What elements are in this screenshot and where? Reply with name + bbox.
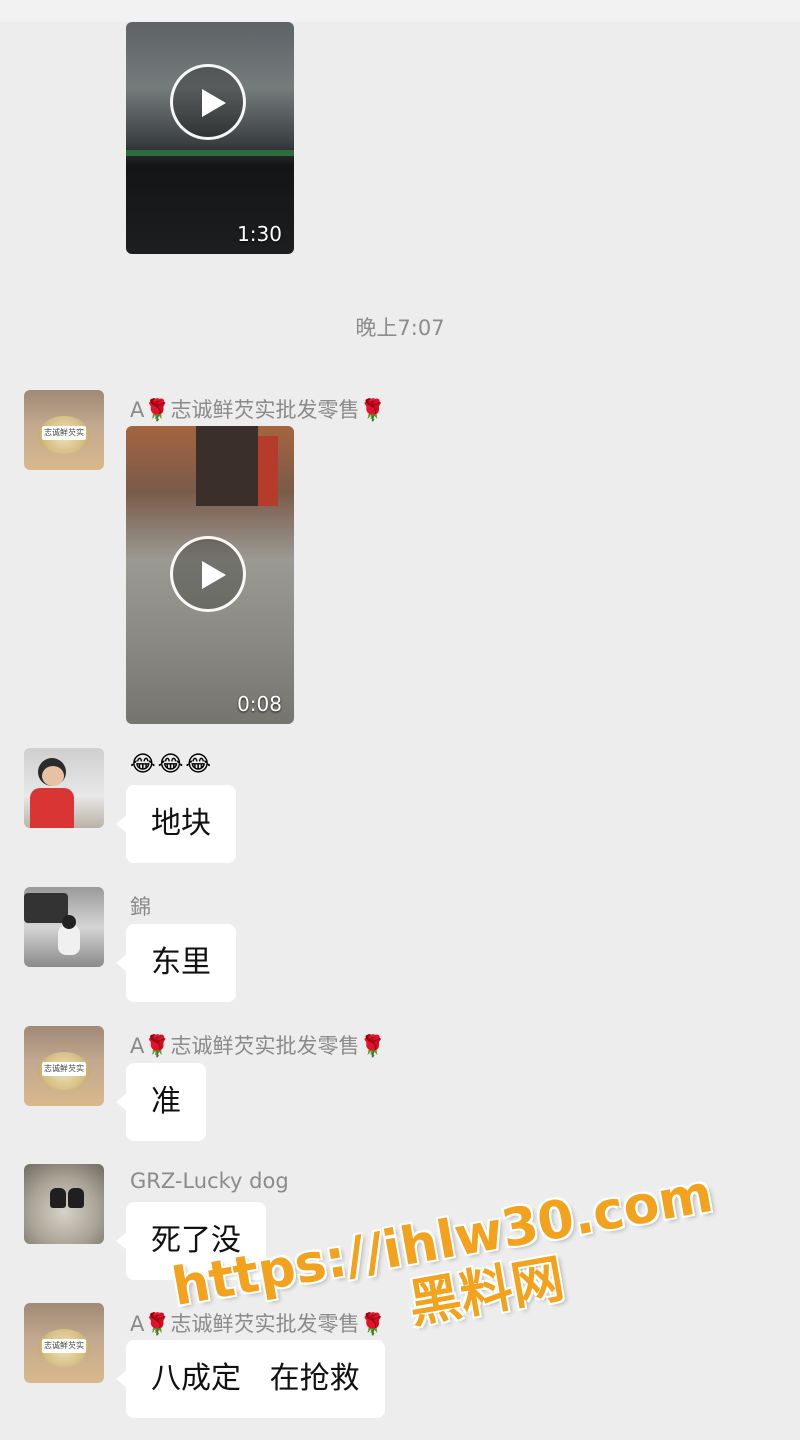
sender-name: 錦 xyxy=(130,895,151,919)
video-duration: 0:08 xyxy=(237,692,282,716)
avatar[interactable] xyxy=(24,1164,104,1244)
avatar[interactable] xyxy=(24,748,104,828)
video-duration: 1:30 xyxy=(237,222,282,246)
avatar-label: 志诚鲜芡实 xyxy=(42,1062,86,1076)
sender-name: A🌹志诚鲜芡实批发零售🌹 xyxy=(130,398,386,422)
emoji-row: 😂😂😂 xyxy=(130,752,214,777)
video-timeline-bar xyxy=(126,150,294,156)
doorway xyxy=(196,426,258,506)
play-icon[interactable] xyxy=(170,64,246,140)
avatar[interactable]: 志诚鲜芡实 xyxy=(24,1026,104,1106)
door-banner xyxy=(258,436,278,506)
message-bubble[interactable]: 准 xyxy=(116,1063,206,1141)
video-message[interactable]: 1:30 xyxy=(126,22,294,254)
message-bubble[interactable]: 地块 xyxy=(116,785,236,863)
watermark: https://ihlw30.com 黑料网 xyxy=(168,1164,727,1374)
avatar-label: 志诚鲜芡实 xyxy=(42,1339,86,1353)
video-message[interactable]: 0:08 xyxy=(126,426,294,724)
sender-name: A🌹志诚鲜芡实批发零售🌹 xyxy=(130,1034,386,1058)
timestamp: 晚上7:07 xyxy=(355,316,445,340)
play-icon[interactable] xyxy=(170,536,246,612)
message-bubble[interactable]: 东里 xyxy=(116,924,236,1002)
top-bar xyxy=(0,0,800,22)
avatar[interactable] xyxy=(24,887,104,967)
avatar-label: 志诚鲜芡实 xyxy=(42,426,86,440)
avatar[interactable]: 志诚鲜芡实 xyxy=(24,390,104,470)
avatar[interactable]: 志诚鲜芡实 xyxy=(24,1303,104,1383)
sender-name: GRZ-Lucky dog xyxy=(130,1169,289,1193)
